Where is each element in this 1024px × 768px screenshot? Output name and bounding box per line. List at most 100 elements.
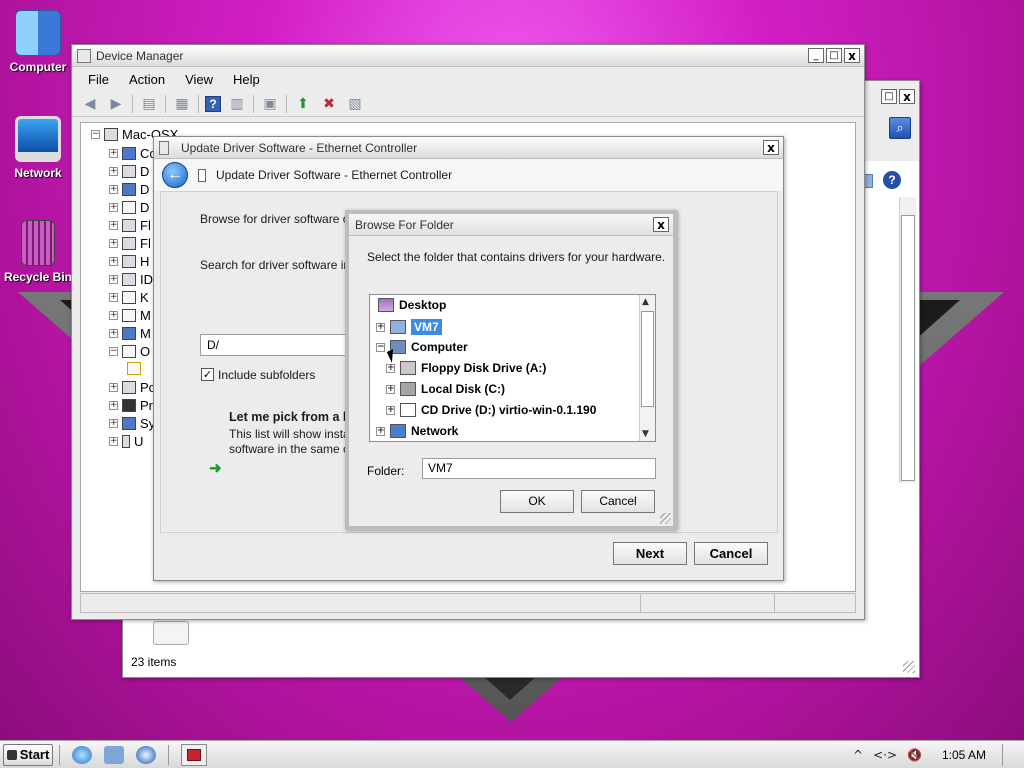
browser-icon[interactable] [72,745,92,764]
update-driver-icon[interactable]: ⬆ [293,95,313,113]
tree-item[interactable]: + Fl [109,218,151,233]
cancel-button[interactable]: Cancel [581,490,655,513]
floppy-drive-icon [400,361,416,375]
finder-icon[interactable] [104,745,124,764]
tree-item[interactable]: − O [109,344,150,359]
tree-item-label: Pr [140,398,153,413]
resize-grip[interactable] [660,513,671,524]
clock[interactable]: 1:05 AM [942,748,986,762]
device-icon [198,168,206,182]
system-devices-icon [122,417,136,430]
maximize-button[interactable]: □ [881,89,897,104]
tree-item-floppy[interactable]: + Floppy Disk Drive (A:) [386,361,546,375]
tree-item[interactable]: + Pr [109,398,153,413]
tree-item-label: O [140,344,151,359]
tree-item[interactable]: + K [109,290,149,305]
browse-dialog-titlebar[interactable]: Browse For Folder x [349,214,673,236]
desktop-icon-label: Network [14,166,62,180]
console-tree-icon[interactable]: ▤ [139,95,159,113]
tree-item[interactable]: + D [109,164,149,179]
tree-item-label: ID [140,272,153,287]
tree-item-label: U [134,434,144,449]
tree-item-local-disk[interactable]: + Local Disk (C:) [386,382,505,396]
toolbar: ◀ ▶ ▤ ▦ ? ▥ ▣ ⬆ ✖ ▧ [72,91,864,117]
tree-item-cd-drive[interactable]: + CD Drive (D:) virtio-win-0.1.190 [386,403,596,417]
show-desktop-button[interactable] [1002,744,1016,766]
cancel-button[interactable]: Cancel [694,542,768,565]
tree-item[interactable]: + M [109,308,151,323]
pick-from-list-link[interactable]: Let me pick from a lis [229,410,357,424]
resize-grip[interactable] [903,661,915,673]
tree-item[interactable]: + Co [109,146,157,161]
properties-icon[interactable]: ▦ [172,95,192,113]
chevron-up-icon[interactable]: ^ [853,748,863,762]
tree-item[interactable]: + U [109,434,143,449]
desktop-icon-computer[interactable]: Computer [0,10,76,74]
volume-muted-icon[interactable]: 🔇 [907,748,922,762]
close-button[interactable]: x [844,48,860,63]
floppy-controller-icon [122,237,136,250]
forward-arrow-icon[interactable]: ▶ [106,95,126,113]
device-icon [159,141,169,155]
help-icon[interactable]: ? [883,171,901,189]
tree-item[interactable]: + Po [109,380,156,395]
tree-item-label: H [140,254,150,269]
menu-action[interactable]: Action [121,70,173,89]
device-manager-icon [77,49,91,63]
vertical-scrollbar[interactable] [899,197,916,483]
close-button[interactable]: x [763,140,779,155]
tree-item-vm7[interactable]: + VM7 [376,319,442,335]
menu-help[interactable]: Help [225,70,268,89]
window-title: Update Driver Software - Ethernet Contro… [181,140,418,155]
desktop-icon-network[interactable]: Network [0,116,76,180]
device-manager-titlebar[interactable]: Device Manager _ □ x [72,45,864,67]
keyboard-icon [122,291,136,304]
tree-item[interactable]: + D [109,200,149,215]
close-button[interactable]: x [899,89,915,104]
close-button[interactable]: x [653,217,669,232]
explorer-window-controls: □ x [863,89,915,104]
tree-item[interactable] [127,362,145,375]
path-input[interactable]: D/ [200,334,350,356]
tree-item-label: Fl [140,236,151,251]
finder-icon [15,10,61,56]
show-hide-icon[interactable]: ▥ [227,95,247,113]
network-status-icon[interactable]: <·> [873,748,897,762]
tree-item[interactable]: + ID [109,272,153,287]
start-button[interactable]: Start [3,743,53,766]
menu-view[interactable]: View [177,70,221,89]
tree-item[interactable]: + D [109,182,149,197]
folder-tree[interactable]: Desktop + VM7 − Computer + Floppy Disk Driv… [369,294,656,442]
tree-scrollbar[interactable]: ▲ ▼ [639,295,655,441]
ok-button[interactable]: OK [500,490,574,513]
back-arrow-icon[interactable]: ◀ [80,95,100,113]
quicktime-icon[interactable] [136,745,156,764]
tree-item-network[interactable]: + Network [376,424,458,438]
monitor-icon [122,327,136,340]
next-button[interactable]: Next [613,542,687,565]
tree-item[interactable]: + H [109,254,149,269]
tree-item-label: M [140,326,151,341]
tree-item-desktop[interactable]: Desktop [378,298,446,312]
folder-label: Folder: [367,464,405,478]
tree-item[interactable]: + Fl [109,236,151,251]
folder-input[interactable]: VM7 [422,458,656,479]
include-subfolders-checkbox[interactable]: ✓ [201,368,214,381]
search-icon[interactable]: ⌕ [889,117,911,139]
desktop-icon-recycle-bin[interactable]: Recycle Bin [0,220,76,284]
enable-device-icon[interactable]: ▧ [345,95,365,113]
help-icon[interactable]: ? [205,95,221,112]
tree-item[interactable]: + M [109,326,151,341]
uninstall-icon[interactable]: ✖ [319,95,339,113]
window-title: Device Manager [96,48,184,63]
maximize-button[interactable]: □ [826,48,842,63]
tree-item-label: Network [411,424,459,438]
update-driver-titlebar[interactable]: Update Driver Software - Ethernet Contro… [154,137,783,159]
minimize-button[interactable]: _ [808,48,824,63]
browse-for-folder-dialog[interactable]: Browse For Folder x Select the folder th… [345,210,677,530]
tree-item[interactable]: + Sy [109,416,155,431]
menu-file[interactable]: File [80,70,117,89]
back-button[interactable]: ← [162,162,188,188]
scan-hardware-icon[interactable]: ▣ [260,95,280,113]
task-device-manager[interactable] [181,743,207,766]
